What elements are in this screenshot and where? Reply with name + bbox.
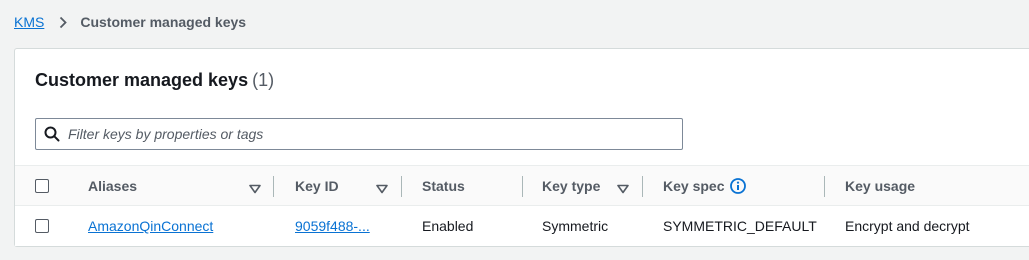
chevron-right-icon [58,15,68,29]
status-cell: Enabled [422,218,474,234]
column-divider[interactable] [824,176,825,197]
table-header: Aliases Key ID Status Key type Key spec [15,165,1029,206]
key-spec-cell: SYMMETRIC_DEFAULT [663,218,817,234]
filter-search-box[interactable] [35,118,683,150]
column-header-aliases[interactable]: Aliases [88,166,137,205]
keys-table: Aliases Key ID Status Key type Key spec [15,165,1029,246]
key-type-cell: Symmetric [542,218,609,234]
column-header-status[interactable]: Status [422,166,465,205]
caret-down-icon[interactable] [617,181,629,194]
alias-cell: AmazonQinConnect [88,206,213,246]
key-spec-label: Key spec [663,177,725,194]
filter-keys-input[interactable] [68,120,668,148]
table-row: AmazonQinConnect 9059f488-... Enabled Sy… [15,206,1029,246]
column-divider[interactable] [642,176,643,197]
column-header-key-usage[interactable]: Key usage [845,166,915,205]
search-icon [44,126,60,142]
info-icon[interactable] [730,177,747,194]
caret-down-icon[interactable] [249,181,261,194]
column-header-key-id[interactable]: Key ID [295,166,339,205]
breadcrumb: KMS Customer managed keys [14,13,246,31]
alias-link[interactable]: AmazonQinConnect [88,218,213,234]
column-divider[interactable] [401,176,402,197]
breadcrumb-kms-link[interactable]: KMS [14,14,44,30]
row-select-cell [35,206,49,246]
row-checkbox[interactable] [35,219,49,233]
caret-down-icon[interactable] [376,181,388,194]
select-all-cell [35,166,49,205]
breadcrumb-current: Customer managed keys [80,14,247,30]
key-count: (1) [252,70,275,90]
column-divider[interactable] [522,176,523,197]
key-id-link[interactable]: 9059f488-... [295,218,370,234]
column-header-key-type[interactable]: Key type [542,166,600,205]
keys-panel: Customer managed keys(1) Aliases Key ID … [14,48,1029,247]
key-id-cell: 9059f488-... [295,206,370,246]
column-header-key-spec[interactable]: Key spec [663,166,747,205]
key-usage-cell: Encrypt and decrypt [845,218,970,234]
panel-title: Customer managed keys (1) [35,70,274,91]
select-all-checkbox[interactable] [35,178,49,193]
column-divider[interactable] [273,176,274,197]
panel-title-text: Customer managed keys [35,70,249,90]
